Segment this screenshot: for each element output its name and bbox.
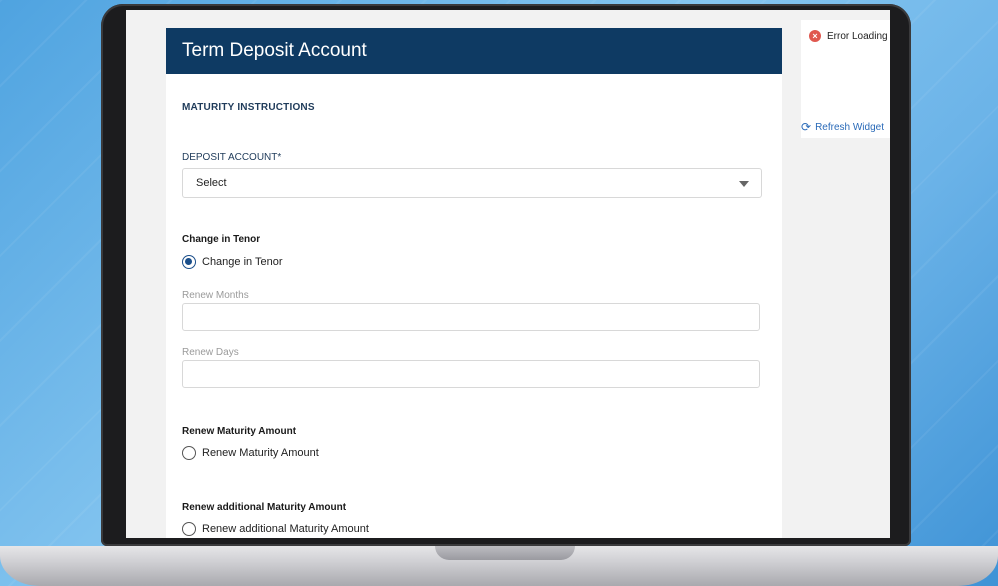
screen: Term Deposit Account MATURITY INSTRUCTIO… — [126, 10, 890, 538]
change-in-tenor-option-label: Change in Tenor — [202, 256, 283, 268]
renew-months-label: Renew Months — [182, 290, 249, 301]
laptop-base — [0, 546, 998, 586]
widget-error: × Error Loading — [809, 30, 888, 42]
change-in-tenor-option[interactable]: Change in Tenor — [182, 255, 283, 269]
section-title: MATURITY INSTRUCTIONS — [182, 102, 315, 113]
deposit-account-label: DEPOSIT ACCOUNT* — [182, 152, 282, 163]
term-deposit-form: Term Deposit Account MATURITY INSTRUCTIO… — [166, 28, 782, 538]
renew-maturity-option-label: Renew Maturity Amount — [202, 447, 319, 459]
refresh-icon: ⟳ — [801, 120, 812, 134]
deposit-account-select[interactable]: Select — [182, 168, 762, 198]
renew-days-label: Renew Days — [182, 347, 239, 358]
renew-maturity-option[interactable]: Renew Maturity Amount — [182, 446, 319, 460]
renew-additional-option[interactable]: Renew additional Maturity Amount — [182, 522, 369, 536]
renew-maturity-radio[interactable] — [182, 446, 196, 460]
refresh-widget-link[interactable]: ⟳ Refresh Widget — [801, 120, 884, 134]
renew-additional-title: Renew additional Maturity Amount — [182, 502, 347, 513]
laptop-notch — [435, 546, 575, 560]
deposit-account-selected-value: Select — [196, 177, 227, 189]
chevron-down-icon — [739, 181, 749, 187]
form-title: Term Deposit Account — [166, 28, 782, 74]
refresh-widget-label: Refresh Widget — [815, 121, 884, 133]
renew-additional-option-label: Renew additional Maturity Amount — [202, 523, 369, 535]
side-widget: × Error Loading ⟳ Refresh Widget — [801, 20, 890, 138]
error-circle-icon: × — [809, 30, 821, 42]
change-in-tenor-title: Change in Tenor — [182, 234, 261, 245]
widget-error-text: Error Loading — [827, 30, 888, 42]
renew-maturity-title: Renew Maturity Amount — [182, 426, 297, 437]
renew-days-input[interactable] — [182, 360, 760, 388]
renew-additional-radio[interactable] — [182, 522, 196, 536]
change-in-tenor-radio[interactable] — [182, 255, 196, 269]
renew-months-input[interactable] — [182, 303, 760, 331]
